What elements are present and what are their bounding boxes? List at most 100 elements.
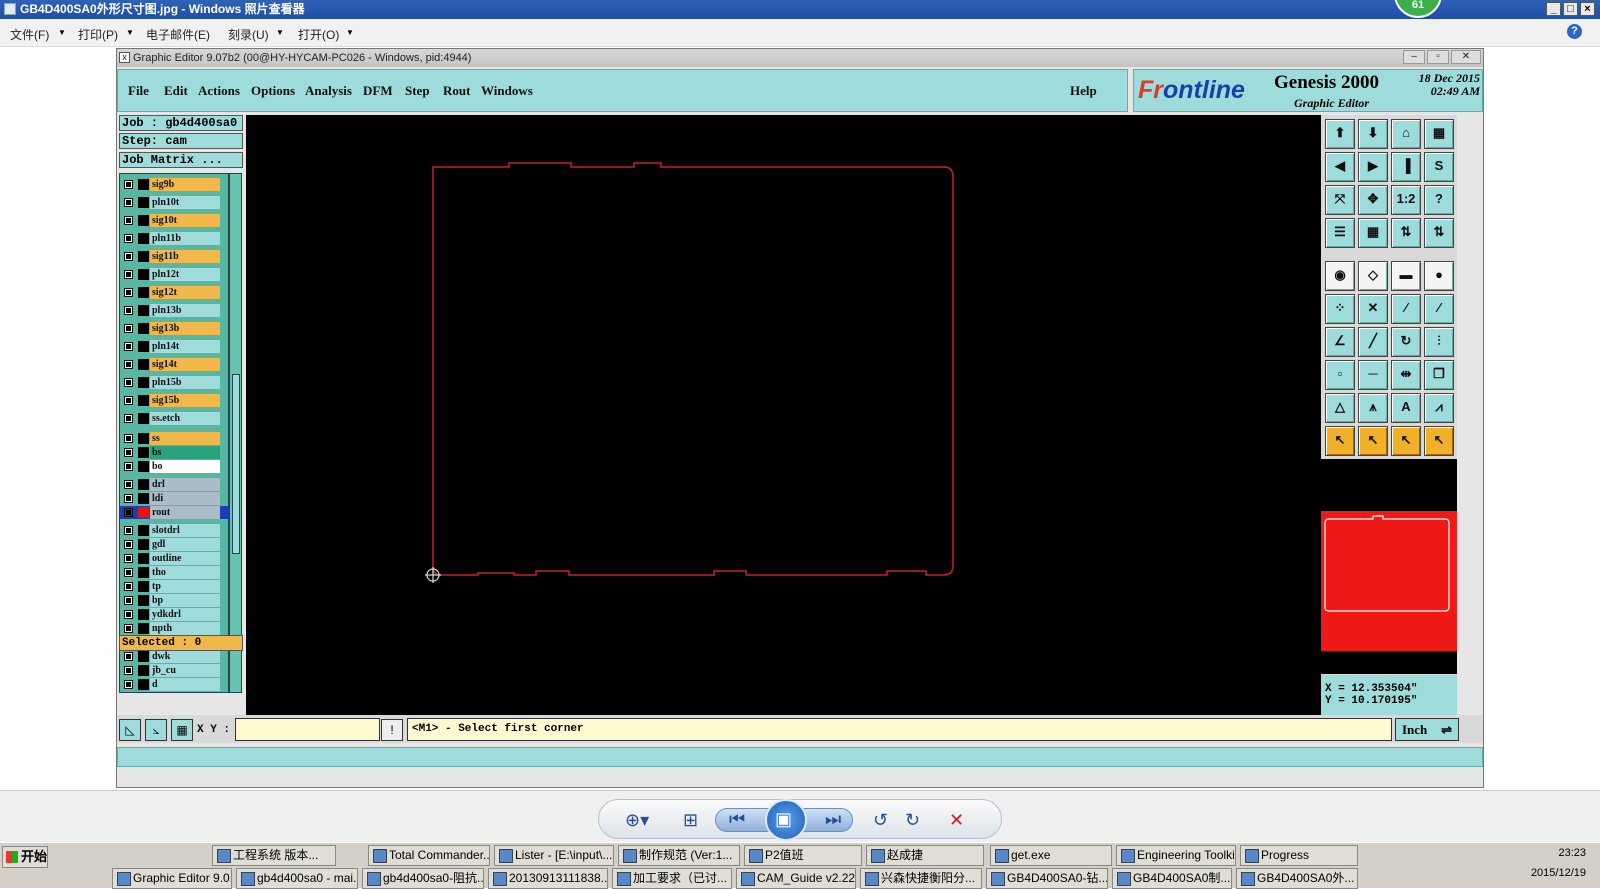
fit-icon[interactable]: ⤧ [1325, 185, 1355, 215]
close-button[interactable]: × [1580, 2, 1595, 16]
taskbar-item[interactable]: gb4d400sa0-阻抗... [362, 868, 484, 889]
ge-close-button[interactable]: ✕ [1451, 50, 1481, 64]
layer-row[interactable]: slotdrl [120, 524, 230, 537]
help-icon[interactable]: ? [1567, 24, 1582, 39]
ge-menu-step[interactable]: Step [405, 83, 430, 99]
ge-menu-windows[interactable]: Windows [481, 83, 533, 99]
layer-row[interactable]: pln10t [120, 196, 230, 209]
units-select[interactable]: Inch ⇌ [1395, 718, 1459, 741]
layer-row[interactable]: sig15b [120, 394, 230, 407]
cross-icon[interactable]: ✕ [1358, 294, 1388, 324]
layer-row[interactable]: tp [120, 580, 230, 593]
zoom-icon[interactable]: ⊕▾ [625, 810, 649, 831]
grid-icon[interactable]: ▦ [1358, 218, 1388, 248]
layer-name[interactable]: pln12t [150, 268, 220, 281]
layer-checkbox[interactable] [124, 540, 133, 549]
line-pts-icon[interactable]: ⁄ [1391, 294, 1421, 324]
home-icon[interactable]: ⌂ [1391, 119, 1421, 149]
taskbar-item[interactable]: Engineering Toolki... [1116, 845, 1236, 866]
layer-checkbox[interactable] [124, 526, 133, 535]
layer-name[interactable]: sig10t [150, 214, 220, 227]
layer-name[interactable]: sig11b [150, 250, 220, 263]
minimize-button[interactable]: _ [1546, 2, 1561, 16]
rotate-right-icon[interactable]: ↻ [905, 810, 920, 831]
layer-name[interactable]: bo [150, 460, 220, 473]
taskbar-item[interactable]: Graphic Editor 9.0... [112, 868, 232, 889]
layer-row[interactable]: sig11b [120, 250, 230, 263]
help-box-icon[interactable]: ? [1424, 185, 1454, 215]
overview-panel[interactable] [1321, 459, 1457, 674]
layer-name[interactable]: jb_cu [150, 664, 220, 677]
layer-checkbox[interactable] [124, 554, 133, 563]
layer-name[interactable]: ldi [150, 492, 220, 505]
maximize-button[interactable]: □ [1563, 2, 1578, 16]
copy-icon[interactable]: ◇ [1358, 261, 1388, 291]
mirror-icon[interactable]: ⫶ [1424, 327, 1454, 357]
menu-print[interactable]: 打印(P) [78, 26, 118, 43]
ge-menu-rout[interactable]: Rout [443, 83, 470, 99]
a3-icon[interactable]: ⩘ [1424, 393, 1454, 423]
layer-checkbox[interactable] [124, 234, 133, 243]
layer-row[interactable]: tho [120, 566, 230, 579]
align-icon[interactable]: ⇅ [1391, 218, 1421, 248]
right-icon[interactable]: ▶ [1358, 152, 1388, 182]
layer-name[interactable]: sig12t [150, 286, 220, 299]
taskbar-item[interactable]: 制作规范 (Ver:1... [618, 845, 740, 866]
layer-checkbox[interactable] [124, 360, 133, 369]
ge-menu-analysis[interactable]: Analysis [305, 83, 352, 99]
layer-row[interactable]: ydkdrl [120, 608, 230, 621]
slash-icon[interactable]: ╱ [1358, 327, 1388, 357]
layer-row[interactable]: dwk [120, 650, 230, 663]
snap-icon[interactable]: ◺ [119, 719, 141, 741]
layer-row[interactable]: d [120, 678, 230, 691]
hand-icon[interactable]: ☰ [1325, 218, 1355, 248]
layer-name[interactable]: sig13b [150, 322, 220, 335]
layer-name[interactable]: ss [150, 432, 220, 445]
layer-row[interactable]: sig13b [120, 322, 230, 335]
menu-open[interactable]: 打开(O) [298, 26, 339, 43]
cursor3-icon[interactable]: ↖ [1391, 426, 1421, 456]
nodes-icon[interactable]: ⁘ [1325, 294, 1355, 324]
layer-checkbox[interactable] [124, 508, 133, 517]
s-curve-icon[interactable]: S [1424, 152, 1454, 182]
job-matrix-button[interactable]: Job Matrix ... [119, 152, 243, 168]
layer-checkbox[interactable] [124, 396, 133, 405]
layer-name[interactable]: rout [150, 506, 220, 519]
next-icon[interactable]: ⏭ [825, 809, 841, 830]
layer-name[interactable]: d [150, 678, 220, 691]
xy-input[interactable] [235, 718, 380, 741]
layer-row[interactable]: bp [120, 594, 230, 607]
layer-checkbox[interactable] [124, 324, 133, 333]
layer-name[interactable]: bp [150, 594, 220, 607]
layer-list[interactable]: sig9b pln10t sig10t pln11b sig11b pln12t sig12… [119, 173, 230, 693]
layer-name[interactable]: ss.etch [150, 412, 220, 425]
menu-file[interactable]: 文件(F) [10, 26, 49, 43]
layer-checkbox[interactable] [124, 216, 133, 225]
taskbar-item[interactable]: get.exe [990, 845, 1112, 866]
layer-name[interactable]: pln14t [150, 340, 220, 353]
layer-checkbox[interactable] [124, 270, 133, 279]
layer-row[interactable]: pln14t [120, 340, 230, 353]
taskbar-item[interactable]: gb4d400sa0 - mai... [236, 868, 358, 889]
layer-checkbox[interactable] [124, 596, 133, 605]
menu-email[interactable]: 电子邮件(E) [146, 26, 210, 43]
layer-name[interactable]: drl [150, 478, 220, 491]
layer-name[interactable]: bs [150, 446, 220, 459]
layer-checkbox[interactable] [124, 378, 133, 387]
layer-row[interactable]: pln12t [120, 268, 230, 281]
export-icon[interactable]: ⬆ [1325, 119, 1355, 149]
delete-icon[interactable]: ✕ [949, 810, 964, 831]
layer-name[interactable]: npth [150, 622, 220, 635]
layer-row[interactable]: pln11b [120, 232, 230, 245]
grid-icon[interactable]: ▦ [171, 719, 193, 741]
layer-checkbox[interactable] [124, 306, 133, 315]
layer-checkbox[interactable] [124, 624, 133, 633]
ge-menu-file[interactable]: File [128, 83, 149, 99]
taskbar-item[interactable]: 兴森快捷衡阳分... [860, 868, 982, 889]
layer-checkbox[interactable] [124, 252, 133, 261]
taskbar-item[interactable]: GB4D400SA0制... [1112, 868, 1232, 889]
cursor4-icon[interactable]: ↖ [1424, 426, 1454, 456]
ge-maximize-button[interactable]: ▫ [1427, 50, 1449, 64]
layer-name[interactable]: pln13b [150, 304, 220, 317]
layer-name[interactable]: sig15b [150, 394, 220, 407]
